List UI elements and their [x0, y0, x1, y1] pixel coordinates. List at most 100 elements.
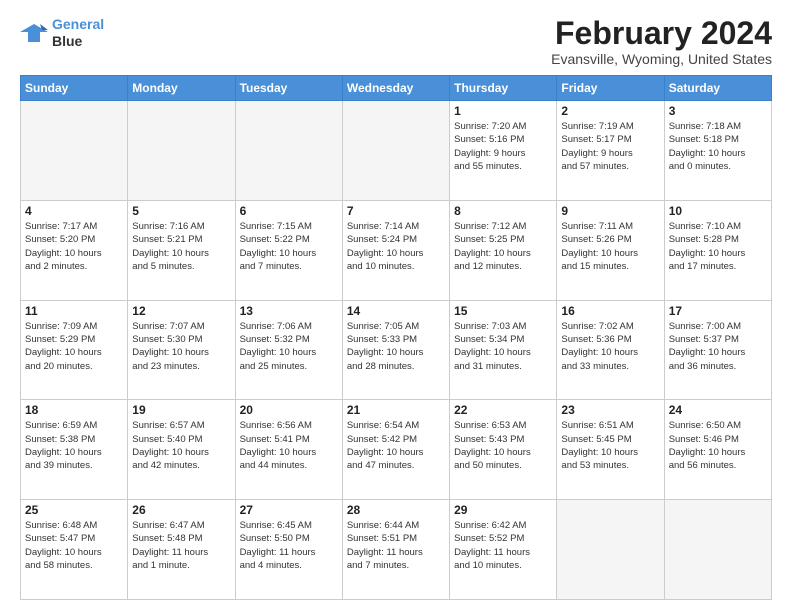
day-info: Sunrise: 6:56 AM Sunset: 5:41 PM Dayligh… [240, 419, 338, 472]
day-number: 29 [454, 503, 552, 517]
calendar-cell: 24 Sunrise: 6:50 AM Sunset: 5:46 PM Dayli… [664, 400, 771, 500]
calendar-cell: 5 Sunrise: 7:16 AM Sunset: 5:21 PM Daylig… [128, 200, 235, 300]
logo-text: General Blue [52, 16, 104, 50]
day-number: 26 [132, 503, 230, 517]
day-info: Sunrise: 6:53 AM Sunset: 5:43 PM Dayligh… [454, 419, 552, 472]
day-number: 4 [25, 204, 123, 218]
calendar-cell [235, 101, 342, 201]
calendar-cell [128, 101, 235, 201]
day-number: 21 [347, 403, 445, 417]
location-title: Evansville, Wyoming, United States [551, 51, 772, 67]
day-info: Sunrise: 6:44 AM Sunset: 5:51 PM Dayligh… [347, 519, 445, 572]
day-header-friday: Friday [557, 76, 664, 101]
day-number: 16 [561, 304, 659, 318]
day-info: Sunrise: 7:11 AM Sunset: 5:26 PM Dayligh… [561, 220, 659, 273]
calendar-cell: 22 Sunrise: 6:53 AM Sunset: 5:43 PM Dayli… [450, 400, 557, 500]
calendar-cell: 25 Sunrise: 6:48 AM Sunset: 5:47 PM Dayli… [21, 500, 128, 600]
calendar-table: SundayMondayTuesdayWednesdayThursdayFrid… [20, 75, 772, 600]
day-number: 25 [25, 503, 123, 517]
day-info: Sunrise: 7:02 AM Sunset: 5:36 PM Dayligh… [561, 320, 659, 373]
day-info: Sunrise: 6:45 AM Sunset: 5:50 PM Dayligh… [240, 519, 338, 572]
calendar-cell [664, 500, 771, 600]
calendar-cell: 2 Sunrise: 7:19 AM Sunset: 5:17 PM Daylig… [557, 101, 664, 201]
day-info: Sunrise: 7:07 AM Sunset: 5:30 PM Dayligh… [132, 320, 230, 373]
calendar-cell: 10 Sunrise: 7:10 AM Sunset: 5:28 PM Dayli… [664, 200, 771, 300]
calendar-cell: 27 Sunrise: 6:45 AM Sunset: 5:50 PM Dayli… [235, 500, 342, 600]
day-info: Sunrise: 7:14 AM Sunset: 5:24 PM Dayligh… [347, 220, 445, 273]
day-info: Sunrise: 6:48 AM Sunset: 5:47 PM Dayligh… [25, 519, 123, 572]
day-number: 9 [561, 204, 659, 218]
week-row-1: 1Sunrise: 7:20 AM Sunset: 5:16 PM Daylig… [21, 101, 772, 201]
calendar-cell: 11 Sunrise: 7:09 AM Sunset: 5:29 PM Dayli… [21, 300, 128, 400]
day-number: 7 [347, 204, 445, 218]
calendar-cell: 21Sunrise: 6:54 AM Sunset: 5:42 PM Dayli… [342, 400, 449, 500]
day-number: 13 [240, 304, 338, 318]
day-info: Sunrise: 7:17 AM Sunset: 5:20 PM Dayligh… [25, 220, 123, 273]
day-info: Sunrise: 7:03 AM Sunset: 5:34 PM Dayligh… [454, 320, 552, 373]
day-info: Sunrise: 7:16 AM Sunset: 5:21 PM Dayligh… [132, 220, 230, 273]
day-number: 2 [561, 104, 659, 118]
day-header-monday: Monday [128, 76, 235, 101]
day-number: 1 [454, 104, 552, 118]
calendar-cell: 23 Sunrise: 6:51 AM Sunset: 5:45 PM Dayli… [557, 400, 664, 500]
calendar-cell: 4 Sunrise: 7:17 AM Sunset: 5:20 PM Daylig… [21, 200, 128, 300]
day-info: Sunrise: 7:00 AM Sunset: 5:37 PM Dayligh… [669, 320, 767, 373]
day-info: Sunrise: 6:47 AM Sunset: 5:48 PM Dayligh… [132, 519, 230, 572]
calendar-cell: 8 Sunrise: 7:12 AM Sunset: 5:25 PM Daylig… [450, 200, 557, 300]
calendar-cell: 12 Sunrise: 7:07 AM Sunset: 5:30 PM Dayli… [128, 300, 235, 400]
day-header-saturday: Saturday [664, 76, 771, 101]
calendar-cell: 17 Sunrise: 7:00 AM Sunset: 5:37 PM Dayli… [664, 300, 771, 400]
calendar-cell: 15Sunrise: 7:03 AM Sunset: 5:34 PM Dayli… [450, 300, 557, 400]
week-row-5: 25 Sunrise: 6:48 AM Sunset: 5:47 PM Dayli… [21, 500, 772, 600]
day-info: Sunrise: 7:15 AM Sunset: 5:22 PM Dayligh… [240, 220, 338, 273]
calendar-cell [557, 500, 664, 600]
day-number: 6 [240, 204, 338, 218]
day-number: 14 [347, 304, 445, 318]
day-info: Sunrise: 6:51 AM Sunset: 5:45 PM Dayligh… [561, 419, 659, 472]
calendar-cell: 16 Sunrise: 7:02 AM Sunset: 5:36 PM Dayli… [557, 300, 664, 400]
day-info: Sunrise: 7:10 AM Sunset: 5:28 PM Dayligh… [669, 220, 767, 273]
day-number: 10 [669, 204, 767, 218]
day-number: 27 [240, 503, 338, 517]
day-info: Sunrise: 6:50 AM Sunset: 5:46 PM Dayligh… [669, 419, 767, 472]
day-number: 8 [454, 204, 552, 218]
calendar-cell: 28 Sunrise: 6:44 AM Sunset: 5:51 PM Dayli… [342, 500, 449, 600]
day-info: Sunrise: 6:57 AM Sunset: 5:40 PM Dayligh… [132, 419, 230, 472]
day-info: Sunrise: 7:19 AM Sunset: 5:17 PM Dayligh… [561, 120, 659, 173]
day-info: Sunrise: 6:59 AM Sunset: 5:38 PM Dayligh… [25, 419, 123, 472]
day-number: 28 [347, 503, 445, 517]
day-info: Sunrise: 7:12 AM Sunset: 5:25 PM Dayligh… [454, 220, 552, 273]
day-number: 20 [240, 403, 338, 417]
calendar-cell: 19 Sunrise: 6:57 AM Sunset: 5:40 PM Dayli… [128, 400, 235, 500]
day-number: 18 [25, 403, 123, 417]
day-number: 11 [25, 304, 123, 318]
day-number: 12 [132, 304, 230, 318]
calendar-cell: 13 Sunrise: 7:06 AM Sunset: 5:32 PM Dayli… [235, 300, 342, 400]
title-area: February 2024 Evansville, Wyoming, Unite… [551, 16, 772, 67]
day-info: Sunrise: 7:06 AM Sunset: 5:32 PM Dayligh… [240, 320, 338, 373]
header-row: SundayMondayTuesdayWednesdayThursdayFrid… [21, 76, 772, 101]
calendar-cell [21, 101, 128, 201]
week-row-4: 18 Sunrise: 6:59 AM Sunset: 5:38 PM Dayli… [21, 400, 772, 500]
calendar-cell: 14 Sunrise: 7:05 AM Sunset: 5:33 PM Dayli… [342, 300, 449, 400]
week-row-3: 11 Sunrise: 7:09 AM Sunset: 5:29 PM Dayli… [21, 300, 772, 400]
calendar-cell: 20 Sunrise: 6:56 AM Sunset: 5:41 PM Dayli… [235, 400, 342, 500]
day-number: 23 [561, 403, 659, 417]
day-info: Sunrise: 7:18 AM Sunset: 5:18 PM Dayligh… [669, 120, 767, 173]
calendar-cell: 6 Sunrise: 7:15 AM Sunset: 5:22 PM Daylig… [235, 200, 342, 300]
day-number: 22 [454, 403, 552, 417]
day-number: 17 [669, 304, 767, 318]
day-number: 19 [132, 403, 230, 417]
day-header-thursday: Thursday [450, 76, 557, 101]
header: General Blue February 2024 Evansville, W… [20, 16, 772, 67]
day-info: Sunrise: 7:09 AM Sunset: 5:29 PM Dayligh… [25, 320, 123, 373]
day-info: Sunrise: 7:05 AM Sunset: 5:33 PM Dayligh… [347, 320, 445, 373]
calendar-cell: 3Sunrise: 7:18 AM Sunset: 5:18 PM Daylig… [664, 101, 771, 201]
month-title: February 2024 [551, 16, 772, 51]
day-number: 24 [669, 403, 767, 417]
day-number: 5 [132, 204, 230, 218]
calendar-cell: 18 Sunrise: 6:59 AM Sunset: 5:38 PM Dayli… [21, 400, 128, 500]
logo-icon [20, 22, 48, 44]
day-header-sunday: Sunday [21, 76, 128, 101]
logo: General Blue [20, 16, 104, 50]
